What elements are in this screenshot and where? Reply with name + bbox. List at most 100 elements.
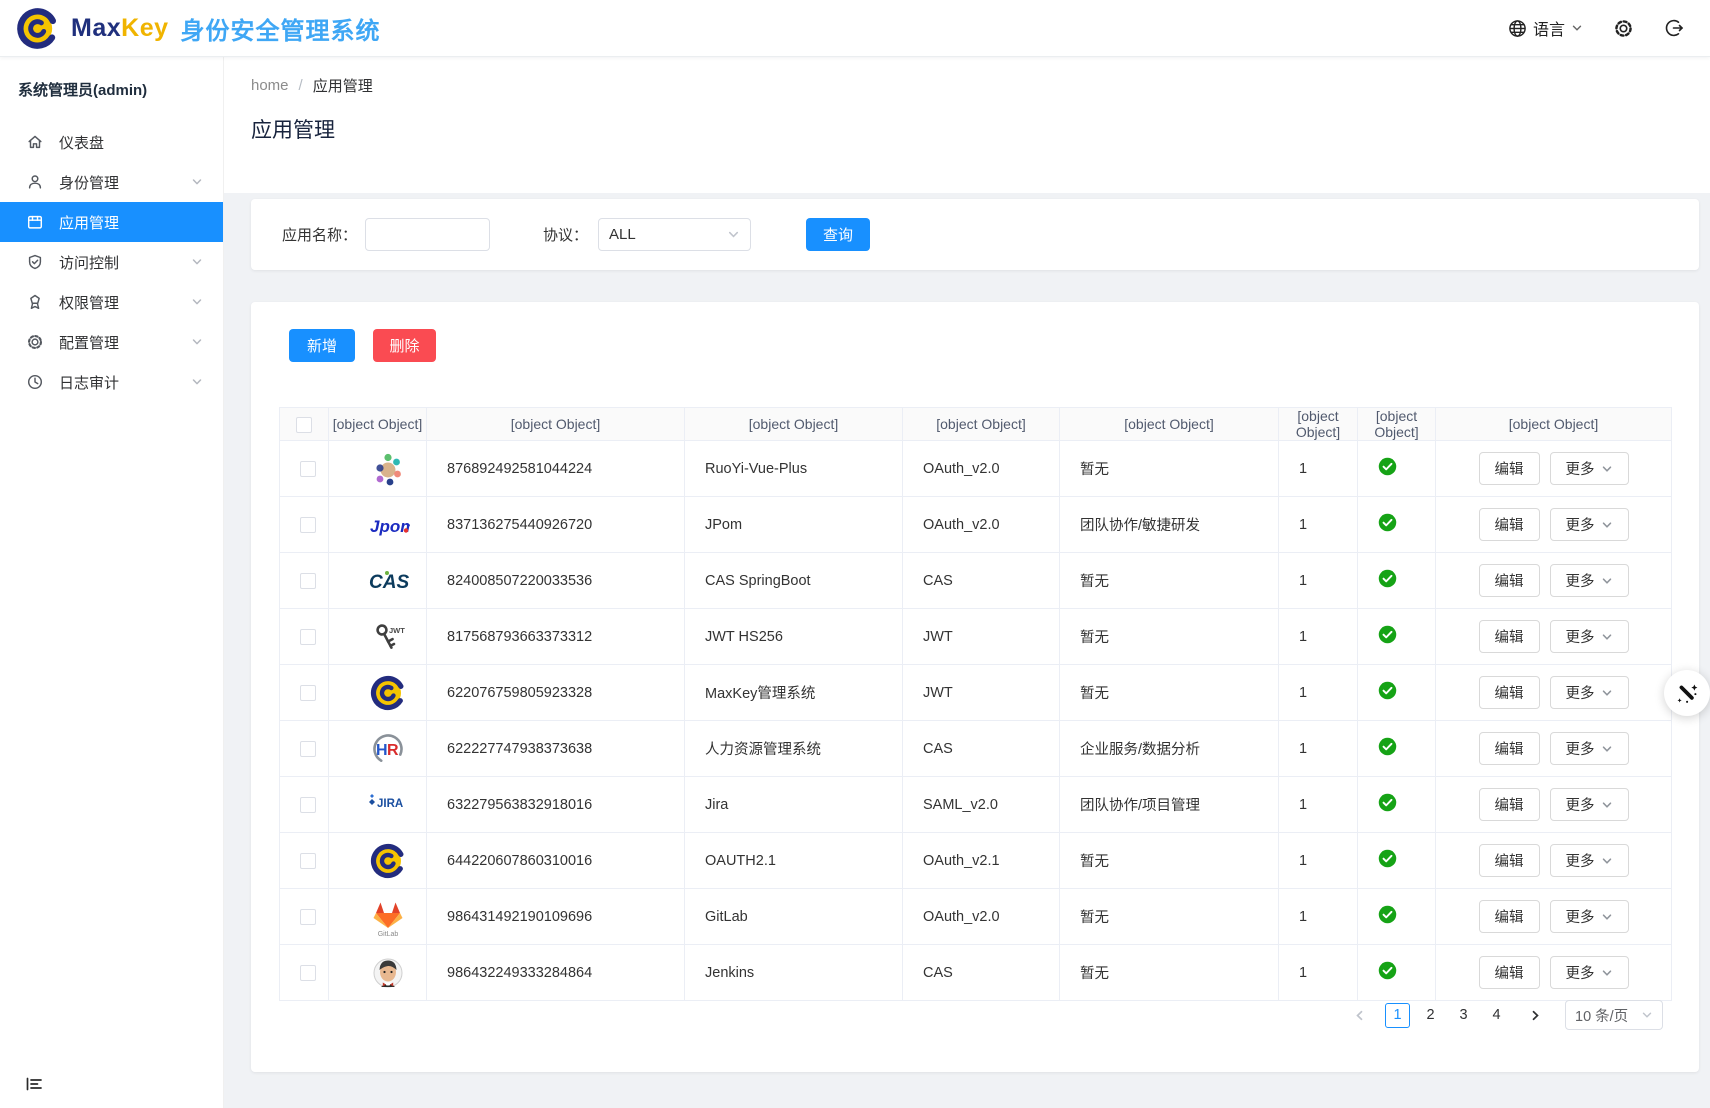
edit-button[interactable]: 编辑 [1479, 900, 1540, 933]
edit-button[interactable]: 编辑 [1479, 732, 1540, 765]
app-name-cell: RuoYi-Vue-Plus [685, 441, 903, 497]
row-checkbox[interactable] [300, 909, 316, 925]
edit-button[interactable]: 编辑 [1479, 452, 1540, 485]
page-size-select[interactable]: 10 条/页 [1565, 1000, 1663, 1030]
sidebar-item[interactable]: 配置管理 [0, 322, 223, 362]
status-enabled-icon [1378, 905, 1397, 924]
gear-icon [1613, 18, 1634, 39]
logout-button[interactable] [1664, 18, 1684, 38]
sidebar-item[interactable]: 应用管理 [0, 202, 223, 242]
app-name-cell: CAS SpringBoot [685, 553, 903, 609]
filter-panel: 应用名称： 协议： ALL 查询 [251, 199, 1699, 270]
more-button[interactable]: 更多 [1550, 452, 1629, 485]
globe-icon [1508, 19, 1527, 38]
brand-name: MaxKey [71, 14, 169, 43]
page-number-button[interactable]: 4 [1484, 1003, 1509, 1028]
sort-cell: 1 [1279, 665, 1358, 721]
row-checkbox[interactable] [300, 741, 316, 757]
app-logo[interactable]: MaxKey 身份安全管理系统 [14, 5, 381, 52]
chevron-down-icon [191, 336, 203, 348]
sort-cell: 1 [1279, 945, 1358, 1001]
edit-button[interactable]: 编辑 [1479, 956, 1540, 989]
sidebar-item-icon [26, 373, 44, 391]
sidebar-item[interactable]: 仪表盘 [0, 122, 223, 162]
edit-button[interactable]: 编辑 [1479, 676, 1540, 709]
more-button[interactable]: 更多 [1550, 676, 1629, 709]
select-all-checkbox[interactable] [296, 417, 312, 433]
row-checkbox[interactable] [300, 461, 316, 477]
table-row: Jpom 837136275440926720 JPom OAuth_v2.0 … [280, 497, 1672, 553]
edit-button[interactable]: 编辑 [1479, 620, 1540, 653]
sidebar-item-label: 日志审计 [59, 372, 119, 393]
category-cell: 暂无 [1060, 833, 1279, 889]
app-logo-icon [349, 441, 426, 496]
app-code-cell: 837136275440926720 [427, 497, 685, 553]
app-code-cell: 632279563832918016 [427, 777, 685, 833]
chevron-down-icon [1601, 967, 1613, 979]
more-button[interactable]: 更多 [1550, 732, 1629, 765]
search-button[interactable]: 查询 [806, 218, 870, 251]
page-number-button[interactable]: 1 [1385, 1003, 1410, 1028]
more-button[interactable]: 更多 [1550, 956, 1629, 989]
breadcrumb-home-link[interactable]: home [251, 77, 289, 94]
sidebar-item-label: 配置管理 [59, 332, 119, 353]
protocol-cell: OAuth_v2.0 [903, 889, 1060, 945]
next-page-button[interactable] [1522, 1002, 1548, 1028]
more-button[interactable]: 更多 [1550, 564, 1629, 597]
sidebar-item[interactable]: 身份管理 [0, 162, 223, 202]
edit-button[interactable]: 编辑 [1479, 508, 1540, 541]
more-button[interactable]: 更多 [1550, 900, 1629, 933]
row-checkbox[interactable] [300, 573, 316, 589]
table-row: 644220607860310016 OAUTH2.1 OAuth_v2.1 暂… [280, 833, 1672, 889]
delete-button[interactable]: 删除 [373, 329, 436, 362]
app-header: MaxKey 身份安全管理系统 语言 [0, 0, 1710, 57]
prev-page-button[interactable] [1346, 1002, 1372, 1028]
magic-wand-button[interactable] [1664, 670, 1710, 716]
protocol-cell: CAS [903, 553, 1060, 609]
chevron-down-icon [191, 176, 203, 188]
column-header: [object Object] [1358, 408, 1436, 441]
chevron-down-icon [1601, 631, 1613, 643]
svg-text:R: R [387, 742, 399, 759]
sort-cell: 1 [1279, 441, 1358, 497]
app-code-cell: 986431492190109696 [427, 889, 685, 945]
row-checkbox[interactable] [300, 629, 316, 645]
more-button[interactable]: 更多 [1550, 508, 1629, 541]
app-logo-icon: HR [349, 721, 426, 776]
row-checkbox[interactable] [300, 797, 316, 813]
app-code-cell: 817568793663373312 [427, 609, 685, 665]
page-number-button[interactable]: 2 [1418, 1003, 1443, 1028]
protocol-cell: OAuth_v2.0 [903, 497, 1060, 553]
edit-button[interactable]: 编辑 [1479, 564, 1540, 597]
row-checkbox[interactable] [300, 965, 316, 981]
sidebar-item[interactable]: 权限管理 [0, 282, 223, 322]
svg-text:GitLab: GitLab [377, 931, 398, 937]
page-number-button[interactable]: 3 [1451, 1003, 1476, 1028]
app-name-input[interactable] [365, 218, 490, 251]
sidebar-item-icon [26, 253, 44, 271]
column-header: [object Object] [329, 408, 427, 441]
more-button[interactable]: 更多 [1550, 844, 1629, 877]
settings-button[interactable] [1613, 18, 1634, 39]
add-button[interactable]: 新增 [289, 329, 355, 362]
row-checkbox[interactable] [300, 853, 316, 869]
protocol-select[interactable]: ALL [598, 218, 751, 251]
row-checkbox[interactable] [300, 685, 316, 701]
sidebar-item[interactable]: 访问控制 [0, 242, 223, 282]
chevron-down-icon [727, 228, 740, 241]
edit-button[interactable]: 编辑 [1479, 844, 1540, 877]
collapse-sidebar-icon[interactable] [24, 1074, 44, 1094]
edit-button[interactable]: 编辑 [1479, 788, 1540, 821]
svg-text:CAS: CAS [369, 572, 409, 593]
row-checkbox[interactable] [300, 517, 316, 533]
sidebar-item[interactable]: 日志审计 [0, 362, 223, 402]
app-code-cell: 622076759805923328 [427, 665, 685, 721]
sort-cell: 1 [1279, 889, 1358, 945]
table-header-row: [object Object][object Object][object Ob… [280, 408, 1672, 441]
more-button[interactable]: 更多 [1550, 620, 1629, 653]
chevron-down-icon [1641, 1009, 1653, 1021]
more-button[interactable]: 更多 [1550, 788, 1629, 821]
language-switcher[interactable]: 语言 [1508, 16, 1583, 40]
chevron-down-icon [1601, 799, 1613, 811]
page-size-value: 10 条/页 [1575, 1005, 1628, 1026]
